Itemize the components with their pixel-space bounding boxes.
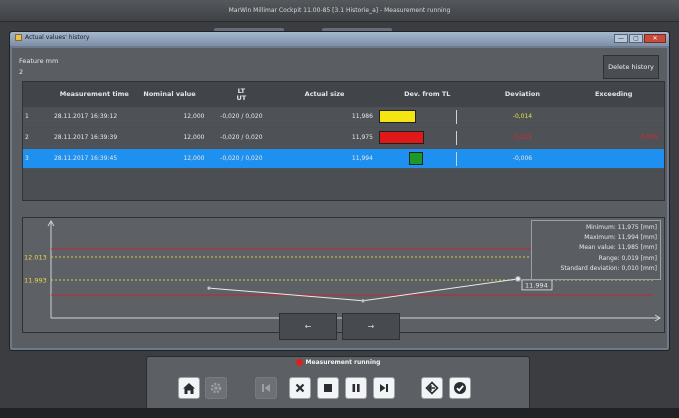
tolerance-marker — [455, 131, 457, 145]
measurement-time: 28.11.2017 16:39:12 — [53, 113, 118, 120]
status-text: Measurement running — [305, 359, 381, 366]
skip-back-icon — [262, 384, 270, 392]
skip-forward-icon — [380, 384, 388, 392]
app-titlebar: MarWin Millimar Cockpit 11.00-85 [3.1 Hi… — [0, 0, 679, 22]
dev-from-tl — [377, 107, 476, 126]
stat-minimum: Minimum: 11,975 [mm] — [585, 224, 657, 231]
taskbar-strip — [0, 408, 679, 418]
history-window: Actual values' history — ▢ ✕ Feature mm … — [9, 31, 670, 351]
data-point — [515, 276, 521, 282]
gear-icon — [210, 382, 222, 394]
skip-forward-button[interactable] — [373, 377, 395, 399]
close-button[interactable]: ✕ — [644, 34, 666, 43]
confirm-button[interactable] — [449, 377, 471, 399]
exceeding: -0,005 — [638, 134, 659, 141]
deviation: -0,014 — [512, 113, 533, 120]
window-icon — [15, 34, 22, 41]
minimize-button[interactable]: — — [614, 34, 628, 43]
row-index: 3 — [25, 155, 29, 162]
history-table: Measurement time Nominal value LT UT Act… — [22, 81, 665, 201]
data-point — [207, 286, 211, 290]
actual-size: 11,994 — [351, 155, 373, 162]
header-actual-size[interactable]: Actual size — [276, 82, 377, 107]
header-lt-ut[interactable]: LT UT — [206, 82, 276, 107]
delete-history-button[interactable]: Delete history — [603, 55, 659, 79]
lt-ut: -0,020 / 0,020 — [220, 134, 263, 141]
actual-size: 11,975 — [351, 134, 373, 141]
stat-maximum: Maximum: 11,994 [mm] — [584, 234, 657, 242]
measurement-time: 28.11.2017 16:39:39 — [53, 134, 118, 141]
deviation: -0,025 — [512, 134, 533, 141]
check-icon — [454, 382, 466, 394]
exit-icon — [425, 381, 439, 395]
nominal-value: 12,000 — [183, 113, 205, 120]
measurement-time: 28.11.2017 16:39:45 — [53, 155, 118, 162]
window-titlebar[interactable]: Actual values' history — ▢ ✕ — [10, 32, 669, 46]
series-line — [208, 278, 519, 302]
deviation-bar — [378, 131, 424, 144]
nominal-value: 12,000 — [183, 134, 205, 141]
header-exceeding[interactable]: Exceeding — [569, 82, 664, 107]
control-toolbar: Measurement running — [146, 356, 530, 412]
tolerance-marker — [455, 152, 457, 166]
deviation-bar — [378, 110, 416, 123]
feature-value: 2 — [19, 68, 24, 76]
stat-mean: Mean value: 11,985 [mm] — [579, 244, 657, 252]
next-button[interactable]: → — [342, 313, 400, 340]
status-indicator-icon — [295, 359, 303, 366]
home-button[interactable] — [178, 377, 200, 399]
header-index — [23, 82, 45, 107]
row-index: 2 — [25, 134, 29, 141]
window-title: Actual values' history — [25, 34, 90, 41]
data-point — [361, 298, 365, 303]
deviation-bar — [408, 152, 423, 165]
y-tick-label: 12.013 — [24, 254, 47, 262]
stat-range: Range: 0,019 [mm] — [598, 254, 657, 262]
exceeding — [569, 149, 664, 168]
tolerance-marker — [455, 110, 457, 124]
table-row[interactable]: 2 28.11.2017 16:39:39 12,000 -0,020 / 0,… — [23, 128, 664, 148]
point-label: 11.994 — [525, 281, 548, 289]
actual-size: 11,986 — [351, 113, 373, 120]
home-icon — [183, 382, 195, 394]
header-measurement-time[interactable]: Measurement time — [45, 82, 135, 107]
nominal-value: 12,000 — [183, 155, 205, 162]
exit-button[interactable] — [421, 377, 443, 399]
status-line: Measurement running — [147, 359, 529, 366]
header-dev-from-tl[interactable]: Dev. from TL — [377, 82, 476, 107]
table-header: Measurement time Nominal value LT UT Act… — [23, 82, 664, 107]
app-title: MarWin Millimar Cockpit 11.00-85 [3.1 Hi… — [228, 7, 451, 14]
previous-button[interactable]: ← — [279, 313, 337, 340]
skip-back-button[interactable] — [255, 377, 277, 399]
header-nominal-value[interactable]: Nominal value — [135, 82, 207, 107]
pause-button[interactable] — [345, 377, 367, 399]
dev-from-tl — [377, 128, 476, 147]
stop-button[interactable] — [317, 377, 339, 399]
deviation: -0,006 — [512, 155, 533, 162]
dev-from-tl — [377, 149, 476, 168]
lt-ut: -0,020 / 0,020 — [220, 113, 263, 120]
maximize-button[interactable]: ▢ — [629, 34, 643, 43]
pause-icon — [352, 384, 360, 392]
stat-std-dev: Standard deviation: 0,010 [mm] — [560, 264, 657, 272]
feature-label: Feature mm — [19, 57, 59, 65]
cancel-button[interactable] — [289, 377, 311, 399]
table-row[interactable]: 1 28.11.2017 16:39:12 12,000 -0,020 / 0,… — [23, 107, 664, 127]
exceeding — [569, 107, 664, 126]
statistics-box: Minimum: 11,975 [mm] Maximum: 11,994 [mm… — [531, 220, 661, 280]
y-tick-label: 11.993 — [24, 277, 47, 285]
window-content: Feature mm 2 Delete history Measurement … — [12, 48, 667, 348]
table-row-selected[interactable]: 3 28.11.2017 16:39:45 12,000 -0,020 / 0,… — [23, 149, 664, 169]
close-icon — [295, 383, 305, 393]
settings-button[interactable] — [205, 377, 227, 399]
lt-ut: -0,020 / 0,020 — [220, 155, 263, 162]
stop-icon — [324, 384, 332, 392]
header-deviation[interactable]: Deviation — [476, 82, 570, 107]
row-index: 1 — [25, 113, 29, 120]
